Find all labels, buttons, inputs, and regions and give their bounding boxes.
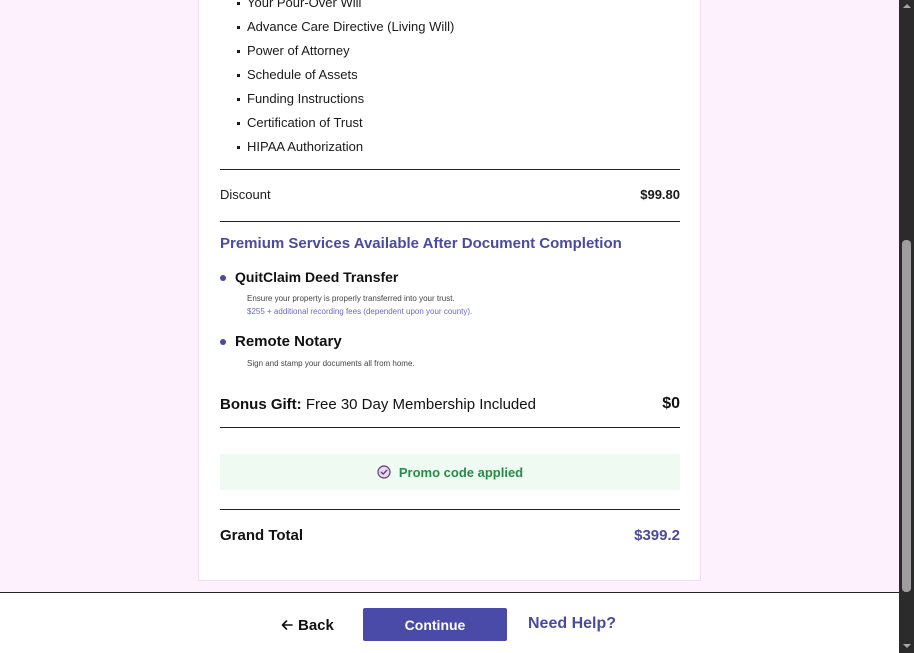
- scrollbar-thumb[interactable]: [902, 240, 911, 592]
- service-quitclaim: QuitClaim Deed Transfer Ensure your prop…: [220, 269, 680, 319]
- back-button[interactable]: Back: [280, 615, 334, 635]
- service-description: Sign and stamp your documents all from h…: [247, 359, 415, 368]
- arrow-left-icon: [281, 620, 293, 630]
- need-help-link[interactable]: Need Help?: [528, 615, 616, 633]
- discount-label: Discount: [220, 187, 271, 202]
- document-item: Certification of Trust: [237, 111, 454, 135]
- divider: [220, 169, 680, 170]
- service-title: QuitClaim Deed Transfer: [235, 269, 399, 285]
- divider: [220, 427, 680, 428]
- scroll-down-arrow-icon[interactable]: [903, 644, 911, 648]
- divider: [220, 221, 680, 222]
- service-remote-notary: Remote Notary Sign and stamp your docume…: [220, 333, 680, 373]
- bonus-gift-prefix: Bonus Gift:: [220, 395, 302, 413]
- footer-nav: Back Continue Need Help?: [0, 592, 899, 653]
- vertical-scrollbar[interactable]: [899, 0, 914, 653]
- promo-status-text: Promo code applied: [398, 464, 524, 480]
- service-price-note: $255 + additional recording fees (depend…: [247, 307, 473, 316]
- document-item: Power of Attorney: [237, 39, 454, 63]
- bonus-gift-row: Bonus Gift: Free 30 Day Membership Inclu…: [220, 395, 680, 413]
- bonus-gift-text: Free 30 Day Membership Included: [301, 395, 536, 413]
- document-item: Advance Care Directive (Living Will): [237, 15, 454, 39]
- back-button-label: Back: [298, 616, 334, 634]
- promo-applied-banner: Promo code applied: [220, 454, 680, 490]
- grand-total-row: Grand Total $399.2: [220, 527, 680, 544]
- document-item: Your Pour-Over Will: [237, 0, 454, 15]
- grand-total-value: $399.2: [634, 527, 680, 544]
- bonus-gift-label: Bonus Gift: Free 30 Day Membership Inclu…: [220, 396, 536, 413]
- divider: [220, 509, 680, 510]
- bullet-dot: [220, 339, 226, 345]
- page-viewport: Your Pour-Over Will Advance Care Directi…: [0, 0, 899, 653]
- document-item: HIPAA Authorization: [237, 135, 454, 159]
- service-description: Ensure your property is properly transfe…: [247, 294, 455, 303]
- service-title: Remote Notary: [235, 333, 342, 350]
- check-circle-icon: [377, 465, 391, 479]
- bonus-gift-value: $0: [662, 395, 680, 412]
- bullet-dot: [220, 275, 226, 281]
- document-item: Funding Instructions: [237, 87, 454, 111]
- document-item: Schedule of Assets: [237, 63, 454, 87]
- scroll-up-arrow-icon[interactable]: [903, 4, 911, 8]
- included-documents-list: Your Pour-Over Will Advance Care Directi…: [237, 0, 454, 159]
- discount-row: Discount $99.80: [220, 187, 680, 202]
- premium-services-heading: Premium Services Available After Documen…: [220, 235, 622, 252]
- order-summary-card: Your Pour-Over Will Advance Care Directi…: [198, 0, 701, 581]
- discount-value: $99.80: [640, 187, 680, 202]
- grand-total-label: Grand Total: [220, 527, 304, 544]
- continue-button[interactable]: Continue: [363, 608, 507, 641]
